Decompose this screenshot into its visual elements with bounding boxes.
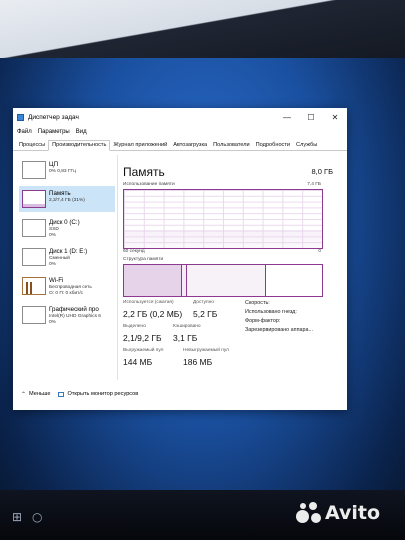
- stat-in-use-value: 2,2 ГБ (0,2 МБ): [123, 309, 183, 319]
- task-manager-app-icon: [17, 113, 24, 121]
- fewer-details-button[interactable]: ⌃ Меньше: [21, 391, 50, 398]
- sidebar-item-disk-0[interactable]: Диск 0 (C:) SSD 0%: [19, 215, 115, 241]
- sidebar-item-cpu[interactable]: ЦП 0% 0,83 ГГц: [19, 157, 115, 183]
- sidebar-item-detail: 2,3/7,4 ГБ (31%): [49, 198, 85, 203]
- usage-graph-max: 7,4 ГБ: [307, 182, 321, 187]
- taskbar-search-icon: ○: [32, 510, 43, 524]
- stat-nonpaged-pool-label: Невыгружаемый пул: [183, 348, 229, 353]
- menu-item-options[interactable]: Параметры: [38, 129, 70, 135]
- window-title: Диспетчер задач: [28, 113, 79, 121]
- wifi-graph-thumbnail: [22, 277, 46, 295]
- avito-watermark: Avito: [296, 498, 380, 528]
- tab-details[interactable]: Подробности: [253, 141, 293, 150]
- taskbar-start-icon: ⊞: [12, 510, 23, 524]
- sidebar-item-gpu[interactable]: Графический про Intel(R) UHD Graphics 6 …: [19, 302, 115, 328]
- close-button[interactable]: ✕: [323, 108, 347, 126]
- disk-graph-thumbnail: [22, 248, 46, 266]
- stat-slots-label: Использовано гнезд:: [245, 309, 297, 315]
- graph-axis-end: 0: [318, 249, 321, 254]
- memory-graph-thumbnail: [22, 190, 46, 208]
- stat-available-value: 5,2 ГБ: [193, 309, 218, 319]
- composition-free: [265, 265, 322, 296]
- sidebar-item-title: ЦП: [49, 161, 59, 168]
- disk-graph-thumbnail: [22, 219, 46, 237]
- sidebar-item-title: Память: [49, 190, 71, 197]
- tab-services[interactable]: Службы: [293, 141, 320, 150]
- sidebar-item-title: Диск 0 (C:): [49, 219, 80, 226]
- composition-standby: [187, 265, 266, 296]
- sidebar-item-percent: 0%: [49, 262, 56, 267]
- open-resource-monitor-link[interactable]: Открыть монитор ресурсов: [58, 391, 138, 397]
- stat-nonpaged-pool-value: 186 МБ: [183, 357, 213, 367]
- memory-composition-bar: [123, 264, 323, 297]
- footer-bar: ⌃ Меньше Открыть монитор ресурсов: [13, 386, 347, 402]
- avito-wordmark: Avito: [325, 502, 381, 524]
- usage-graph-label: Использование памяти: [123, 182, 175, 187]
- resource-monitor-label: Открыть монитор ресурсов: [67, 391, 139, 397]
- gpu-graph-thumbnail: [22, 306, 46, 324]
- title-bar: Диспетчер задач — ☐ ✕: [13, 108, 347, 126]
- memory-total: 8,0 ГБ: [311, 167, 334, 176]
- composition-label: Структура памяти: [123, 257, 164, 262]
- performance-sidebar: ЦП 0% 0,83 ГГц Память 2,3/7,4 ГБ (31%) Д…: [17, 155, 118, 380]
- stat-paged-pool-value: 144 МБ: [123, 357, 153, 367]
- stat-cached-label: Кэшировано: [173, 324, 201, 329]
- sidebar-item-percent: 0%: [49, 233, 56, 238]
- menu-item-view[interactable]: Вид: [76, 129, 87, 135]
- tab-app-history[interactable]: Журнал приложений: [110, 141, 170, 150]
- sidebar-item-title: Диск 1 (D: E:): [49, 248, 88, 255]
- stat-form-factor-label: Форм-фактор:: [245, 318, 281, 324]
- stat-committed-label: Выделено: [123, 324, 146, 329]
- menu-bar: Файл Параметры Вид: [13, 126, 347, 138]
- cpu-graph-thumbnail: [22, 161, 46, 179]
- menu-item-file[interactable]: Файл: [17, 129, 32, 135]
- fewer-details-label: Меньше: [29, 391, 51, 397]
- chevron-up-icon: ⌃: [21, 391, 27, 398]
- tab-bar: Процессы Производительность Журнал прило…: [13, 138, 347, 151]
- monitor-bezel-top: [0, 0, 405, 58]
- avito-logo-icon: [296, 502, 322, 524]
- tab-performance[interactable]: Производительность: [48, 140, 111, 151]
- memory-usage-area: [124, 230, 322, 248]
- task-manager-window: Диспетчер задач — ☐ ✕ Файл Параметры Вид…: [13, 108, 347, 410]
- sidebar-item-wifi[interactable]: Wi-Fi Беспроводная сеть О: 0 П: 0 кбит/с: [19, 273, 115, 299]
- page-title: Память: [123, 165, 165, 179]
- tab-startup[interactable]: Автозагрузка: [170, 141, 210, 150]
- sidebar-item-memory[interactable]: Память 2,3/7,4 ГБ (31%): [19, 186, 115, 212]
- stat-available-label: Доступно: [193, 300, 214, 305]
- sidebar-item-disk-1[interactable]: Диск 1 (D: E:) Сменный 0%: [19, 244, 115, 270]
- stat-committed-value: 2,1/9,2 ГБ: [123, 333, 162, 343]
- maximize-button[interactable]: ☐: [299, 108, 323, 126]
- graph-axis-start: 60 секунд: [123, 249, 145, 254]
- minimize-button[interactable]: —: [275, 108, 299, 126]
- sidebar-item-throughput: О: 0 П: 0 кбит/с: [49, 291, 84, 296]
- stat-cached-value: 3,1 ГБ: [173, 333, 198, 343]
- stat-speed-label: Скорость:: [245, 300, 270, 306]
- stat-in-use-label: Используется (сжатая): [123, 300, 174, 305]
- tab-processes[interactable]: Процессы: [16, 141, 48, 150]
- memory-usage-graph: [123, 189, 323, 249]
- sidebar-item-title: Графический про: [49, 306, 99, 313]
- tab-users[interactable]: Пользователи: [210, 141, 253, 150]
- stat-paged-pool-label: Выгружаемый пул: [123, 348, 164, 353]
- resource-monitor-icon: [58, 391, 65, 397]
- stat-reserved-label: Зарезервировано аппара...: [245, 327, 314, 333]
- composition-in-use: [124, 265, 183, 296]
- memory-detail-panel: Память 8,0 ГБ Использование памяти 7,4 Г…: [123, 160, 339, 367]
- sidebar-item-title: Wi-Fi: [49, 277, 64, 284]
- sidebar-item-percent: 0%: [49, 320, 56, 325]
- sidebar-item-detail: 0% 0,83 ГГц: [49, 169, 76, 174]
